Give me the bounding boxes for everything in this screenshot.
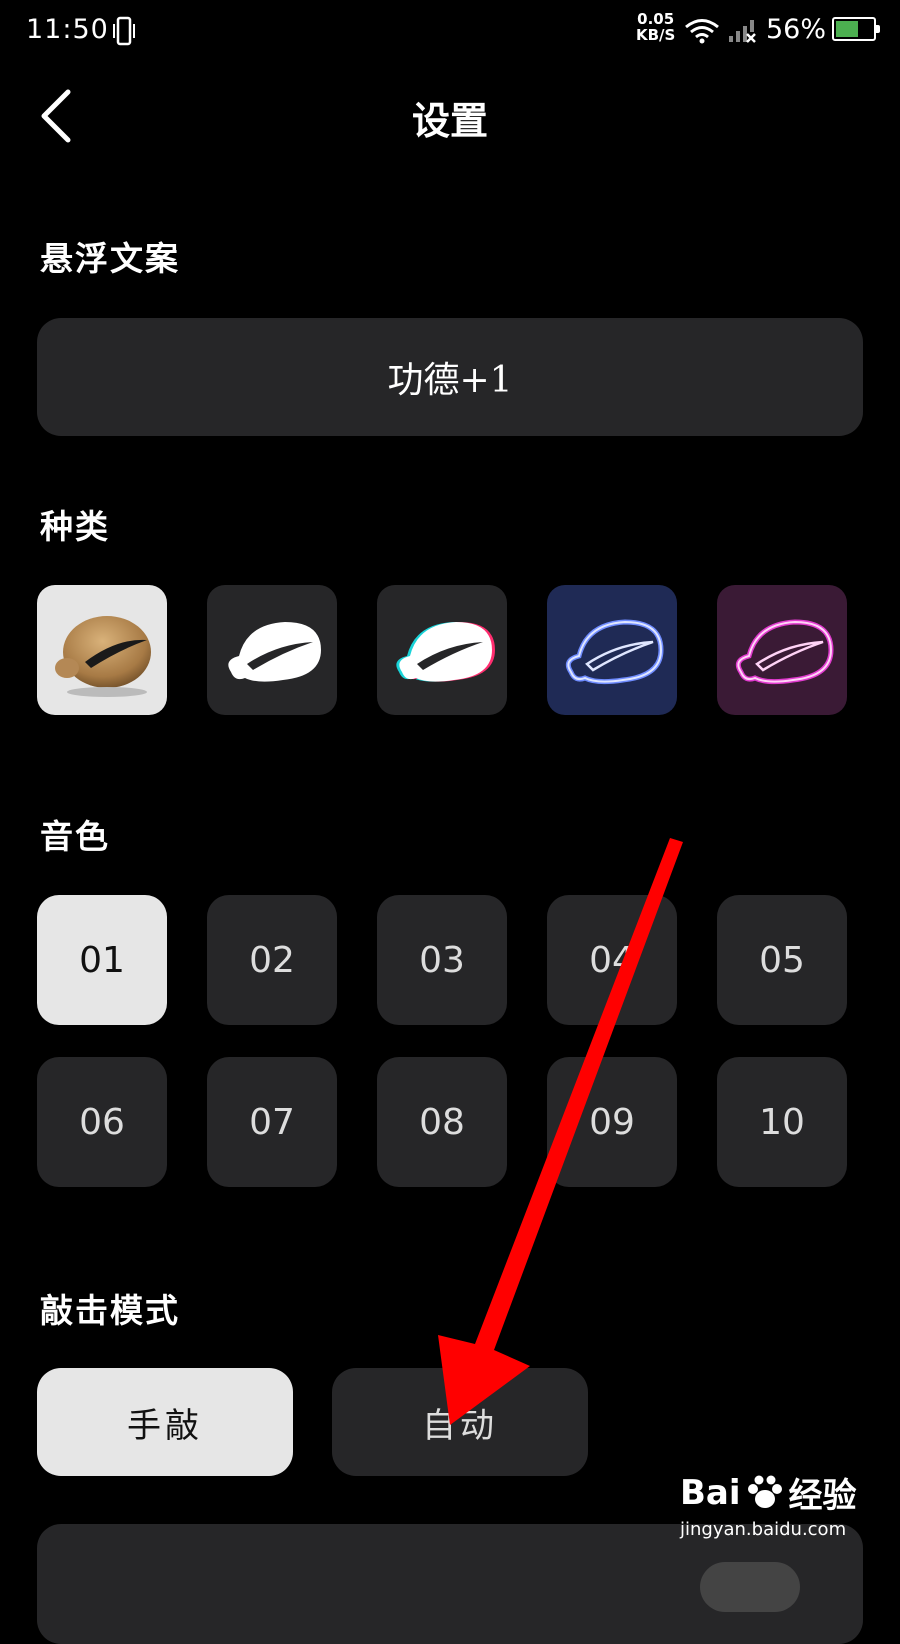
network-speed-value: 0.05 [637, 10, 675, 28]
battery-icon [832, 17, 880, 41]
battery-percent: 56% [766, 14, 827, 45]
watermark-url: jingyan.baidu.com [680, 1519, 847, 1540]
kind-option-white[interactable] [207, 585, 337, 715]
page-title: 设置 [411, 98, 488, 143]
baidu-watermark: Bai 经验 jingyan.baidu.com [680, 1468, 890, 1548]
network-speed: 0.05 KB/S [636, 11, 675, 43]
wooden-fish-glitch-icon [396, 622, 495, 682]
section-title-tone: 音色 [40, 817, 110, 856]
wifi-icon [684, 18, 720, 48]
kind-option-neon-blue[interactable] [547, 585, 677, 715]
vibrate-icon [112, 16, 136, 50]
section-title-kind: 种类 [40, 507, 110, 546]
tone-option-02[interactable]: 02 [207, 895, 337, 1025]
cell-signal-icon [728, 18, 758, 48]
kind-option-neon-pink[interactable] [717, 585, 847, 715]
kind-option-classic[interactable] [37, 585, 167, 715]
watermark-logo-left: Bai [680, 1472, 741, 1513]
watermark-logo-right: 经验 [788, 1476, 857, 1516]
tap-mode-auto-button[interactable]: 自动 [332, 1368, 588, 1476]
wooden-fish-neon-blue-icon [565, 619, 664, 685]
kind-option-glitch[interactable] [377, 585, 507, 715]
floating-text-value: 功德+1 [387, 360, 513, 401]
baidu-paw-icon [747, 1475, 782, 1508]
tone-option-05[interactable]: 05 [717, 895, 847, 1025]
tone-option-08[interactable]: 08 [377, 1057, 507, 1187]
tone-option-10[interactable]: 10 [717, 1057, 847, 1187]
tone-option-04[interactable]: 04 [547, 895, 677, 1025]
tone-option-07[interactable]: 07 [207, 1057, 337, 1187]
wooden-fish-white-icon [228, 622, 321, 682]
section-title-floating-text: 悬浮文案 [40, 239, 180, 278]
floating-text-input[interactable]: 功德+1 [37, 318, 863, 436]
tone-option-06[interactable]: 06 [37, 1057, 167, 1187]
tone-option-01[interactable]: 01 [37, 895, 167, 1025]
toggle-switch[interactable] [700, 1562, 800, 1612]
section-title-tap-mode: 敲击模式 [40, 1291, 180, 1330]
status-time: 11:50 [26, 14, 109, 45]
status-bar: 11:50 0.05 KB/S 56% [0, 0, 900, 64]
wooden-fish-icon [55, 616, 151, 697]
tone-option-03[interactable]: 03 [377, 895, 507, 1025]
network-speed-unit: KB/S [636, 26, 676, 44]
wooden-fish-neon-pink-icon [735, 619, 834, 685]
tone-option-09[interactable]: 09 [547, 1057, 677, 1187]
tap-mode-manual-button[interactable]: 手敲 [37, 1368, 293, 1476]
